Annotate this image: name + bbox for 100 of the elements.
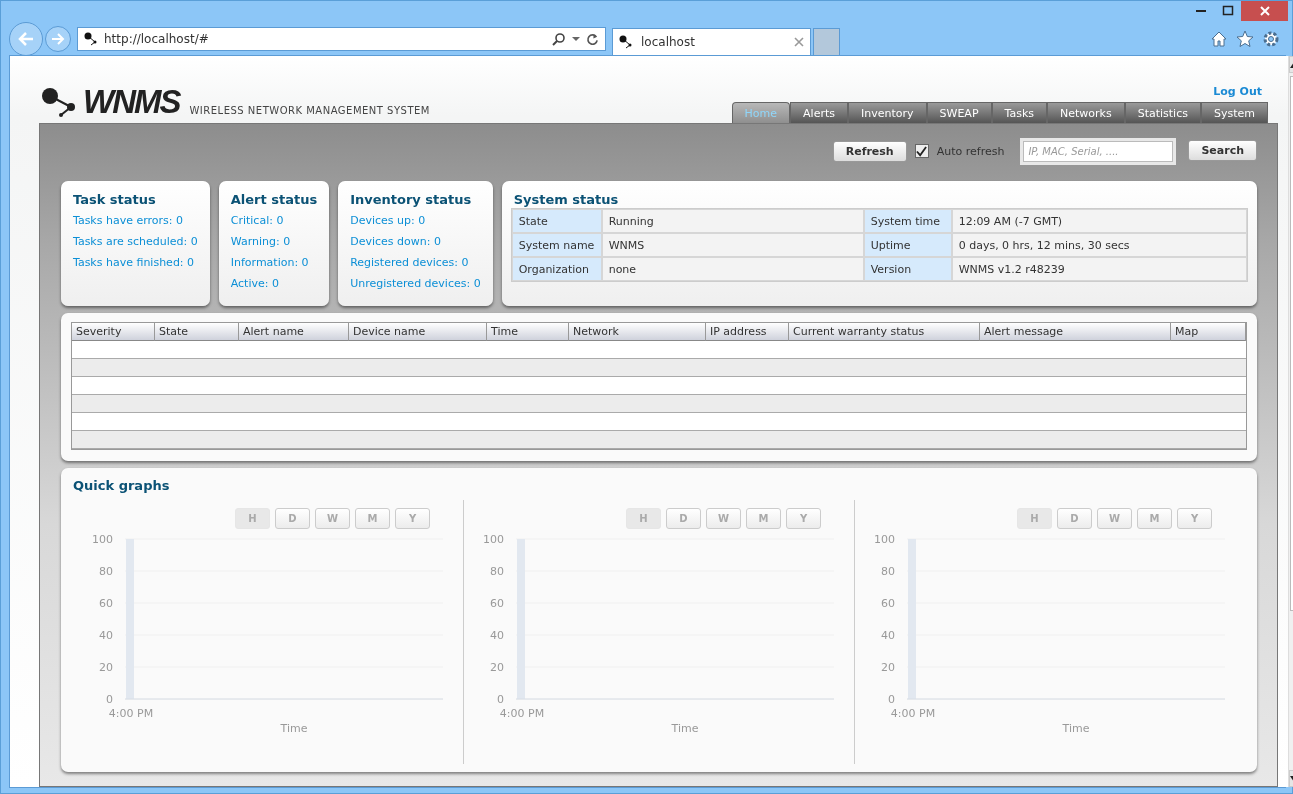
- status-link[interactable]: Registered devices: 0: [350, 252, 481, 273]
- status-link[interactable]: Tasks have errors: 0: [73, 210, 198, 231]
- range-button[interactable]: Y: [395, 508, 430, 529]
- range-button[interactable]: D: [1057, 508, 1092, 529]
- back-button[interactable]: [9, 22, 43, 56]
- range-button[interactable]: M: [355, 508, 390, 529]
- range-button[interactable]: M: [746, 508, 781, 529]
- range-button[interactable]: H: [626, 508, 661, 529]
- table-cell: State: [511, 209, 602, 233]
- card-title: Task status: [73, 192, 157, 207]
- column-header[interactable]: Device name: [349, 323, 487, 341]
- table-cell: System time: [863, 209, 952, 233]
- axis-tick-label: 40: [490, 629, 504, 642]
- axis-tick-label: 4:00 PM: [108, 707, 154, 720]
- column-header[interactable]: Time: [487, 323, 569, 341]
- card-title: Inventory status: [350, 192, 473, 207]
- range-button[interactable]: W: [1097, 508, 1132, 529]
- range-button[interactable]: D: [275, 508, 310, 529]
- range-button[interactable]: H: [1017, 508, 1052, 529]
- range-button[interactable]: D: [666, 508, 701, 529]
- nav-tab[interactable]: Alerts: [790, 102, 848, 123]
- auto-refresh-checkbox[interactable]: [914, 144, 929, 158]
- axis-tick-label: 80: [881, 565, 895, 578]
- column-header[interactable]: Network: [569, 323, 706, 341]
- card-title: Alert status: [230, 192, 318, 207]
- checkmark-icon: [916, 145, 928, 157]
- site-icon: [84, 32, 98, 46]
- column-header[interactable]: State: [155, 323, 239, 341]
- search-field[interactable]: IP, MAC, Serial, ....: [1020, 137, 1177, 165]
- table-cell: Version: [863, 257, 952, 281]
- axis-tick-label: 80: [99, 565, 113, 578]
- axis-tick-label: 60: [99, 597, 113, 610]
- axis-tick-label: 0: [888, 693, 895, 706]
- axis-tick-label: 20: [881, 661, 895, 674]
- search-icon: [552, 32, 566, 46]
- status-link[interactable]: Tasks are scheduled: 0: [73, 231, 198, 252]
- range-button[interactable]: W: [706, 508, 741, 529]
- maximize-icon: [1221, 5, 1234, 17]
- nav-tab[interactable]: Tasks: [991, 102, 1047, 123]
- address-bar[interactable]: http://localhost/#: [77, 27, 606, 51]
- table-cell: System name: [511, 233, 602, 257]
- logout-link[interactable]: Log Out: [1213, 85, 1262, 98]
- column-header[interactable]: Map: [1171, 323, 1246, 341]
- axis-tick-label: 0: [106, 693, 113, 706]
- column-header[interactable]: Severity: [72, 323, 155, 341]
- column-header[interactable]: Current warranty status: [789, 323, 980, 341]
- auto-refresh-label: Auto refresh: [936, 144, 1005, 158]
- status-link[interactable]: Active: 0: [230, 273, 318, 294]
- status-link[interactable]: Devices down: 0: [350, 231, 481, 252]
- tab-title: localhost: [641, 35, 696, 49]
- axis-title: Time: [1061, 722, 1091, 735]
- app-subtitle: WIRELESS NETWORK MANAGEMENT SYSTEM: [189, 105, 430, 117]
- range-button[interactable]: H: [235, 508, 270, 529]
- axis-tick-label: 20: [490, 661, 504, 674]
- axis-tick-label: 40: [99, 629, 113, 642]
- axis-tick-label: 80: [490, 565, 504, 578]
- axis-tick-label: 4:00 PM: [499, 707, 545, 720]
- minimize-icon: [1195, 10, 1206, 12]
- axis-tick-label: 60: [490, 597, 504, 610]
- axis-tick-label: 60: [881, 597, 895, 610]
- range-button[interactable]: M: [1137, 508, 1172, 529]
- axis-tick-label: 20: [99, 661, 113, 674]
- logo-icon: [41, 87, 77, 117]
- axis-title: Time: [279, 722, 309, 735]
- column-header[interactable]: IP address: [706, 323, 789, 341]
- axis-tick-label: 40: [881, 629, 895, 642]
- close-icon: [1258, 5, 1271, 17]
- range-button[interactable]: W: [315, 508, 350, 529]
- axis-tick-label: 0: [497, 693, 504, 706]
- table-cell: WNMS: [601, 233, 864, 257]
- axis-tick-label: 4:00 PM: [890, 707, 936, 720]
- range-button[interactable]: Y: [1177, 508, 1212, 529]
- range-button[interactable]: Y: [786, 508, 821, 529]
- close-icon: [794, 37, 804, 47]
- nav-tab[interactable]: System: [1200, 102, 1268, 123]
- nav-tab[interactable]: Statistics: [1124, 102, 1201, 123]
- column-header[interactable]: Alert name: [239, 323, 349, 341]
- axis-title: Time: [670, 722, 700, 735]
- status-link[interactable]: Critical: 0: [230, 210, 318, 231]
- table-cell: Running: [601, 209, 864, 233]
- browser-tab[interactable]: localhost: [612, 28, 811, 55]
- column-header[interactable]: Alert message: [980, 323, 1171, 341]
- table-cell: WNMS v1.2 r48239: [951, 257, 1247, 281]
- status-link[interactable]: Tasks have finished: 0: [73, 252, 198, 273]
- search-button[interactable]: Search: [1188, 140, 1257, 161]
- nav-tab[interactable]: Inventory: [848, 102, 927, 123]
- forward-button[interactable]: [45, 26, 71, 52]
- refresh-button[interactable]: Refresh: [832, 140, 907, 162]
- close-button[interactable]: [1241, 1, 1288, 21]
- table-cell: none: [601, 257, 864, 281]
- status-link[interactable]: Devices up: 0: [350, 210, 481, 231]
- table-cell: Organization: [511, 257, 602, 281]
- nav-tab[interactable]: Networks: [1047, 102, 1125, 123]
- status-link[interactable]: Warning: 0: [230, 231, 318, 252]
- logo-text: WNMS: [83, 87, 180, 117]
- nav-tab[interactable]: SWEAP: [926, 102, 992, 123]
- card-title: Quick graphs: [73, 478, 171, 493]
- status-link[interactable]: Information: 0: [230, 252, 318, 273]
- forward-arrow-icon: [51, 32, 65, 46]
- status-link[interactable]: Unregistered devices: 0: [350, 273, 481, 294]
